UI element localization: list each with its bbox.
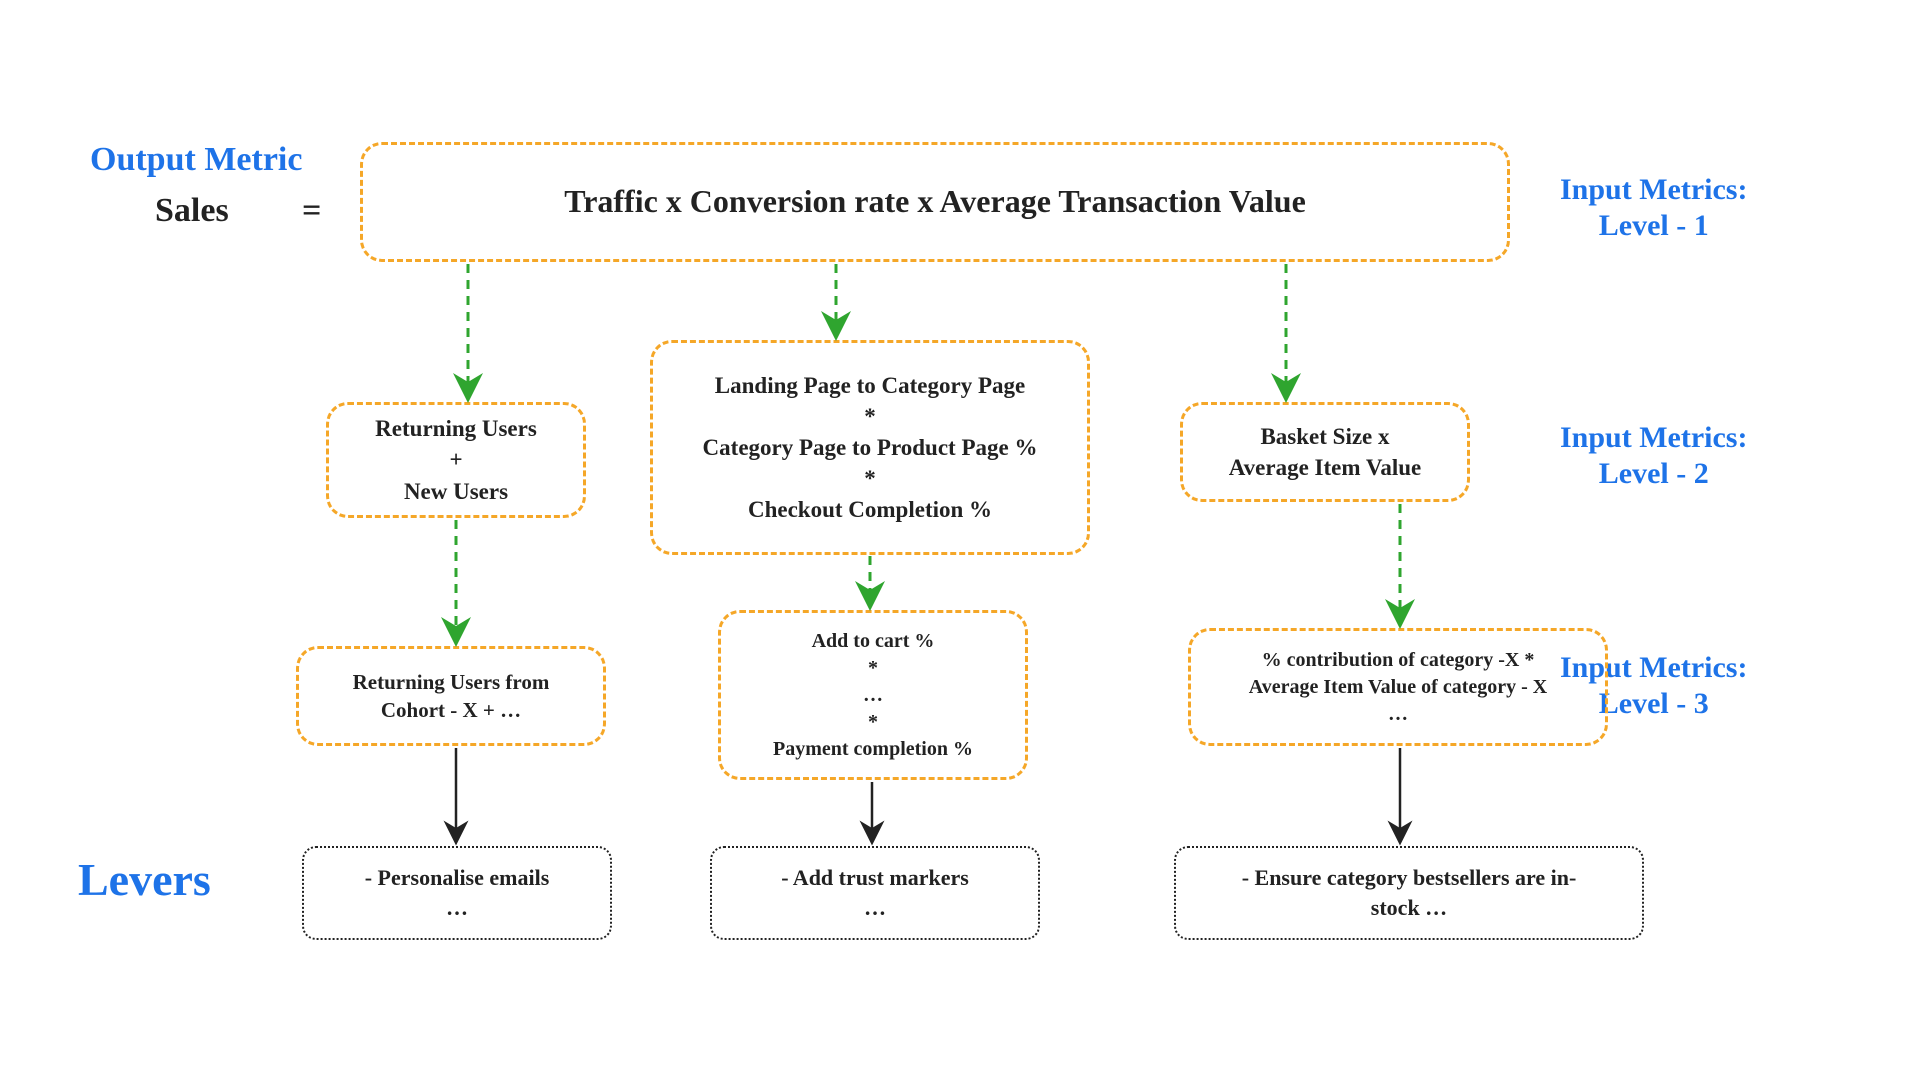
levers-conversion-text: - Add trust markers …: [781, 863, 969, 922]
level2-right-label: Input Metrics: Level - 2: [1560, 420, 1747, 492]
levers-atv-box: - Ensure category bestsellers are in- st…: [1174, 846, 1644, 940]
output-metric-label: Output Metric: [90, 140, 302, 181]
sales-label: Sales: [155, 192, 229, 230]
diagram-canvas: Output Metric Sales = Traffic x Conversi…: [0, 0, 1920, 1080]
level3-conversion-text: Add to cart % * … * Payment completion %: [773, 628, 973, 763]
level3-atv-box: % contribution of category -X * Average …: [1188, 628, 1608, 746]
level3-atv-text: % contribution of category -X * Average …: [1249, 647, 1547, 728]
level3-traffic-text: Returning Users from Cohort - X + …: [353, 668, 550, 725]
level2-conversion-box: Landing Page to Category Page * Category…: [650, 340, 1090, 555]
level3-conversion-box: Add to cart % * … * Payment completion %: [718, 610, 1028, 780]
level3-traffic-box: Returning Users from Cohort - X + …: [296, 646, 606, 746]
level2-traffic-box: Returning Users + New Users: [326, 402, 586, 518]
levers-title: Levers: [78, 852, 211, 907]
level2-conversion-text: Landing Page to Category Page * Category…: [703, 370, 1038, 525]
levers-atv-text: - Ensure category bestsellers are in- st…: [1242, 863, 1577, 922]
level1-right-label: Input Metrics: Level - 1: [1560, 172, 1747, 244]
level2-traffic-text: Returning Users + New Users: [375, 413, 537, 506]
levers-conversion-box: - Add trust markers …: [710, 846, 1040, 940]
level1-formula-text: Traffic x Conversion rate x Average Tran…: [564, 180, 1306, 223]
level2-atv-box: Basket Size x Average Item Value: [1180, 402, 1470, 502]
levers-traffic-box: - Personalise emails …: [302, 846, 612, 940]
equals-sign: =: [302, 192, 321, 230]
levers-traffic-text: - Personalise emails …: [365, 863, 550, 922]
level2-atv-text: Basket Size x Average Item Value: [1229, 421, 1421, 483]
level1-formula-box: Traffic x Conversion rate x Average Tran…: [360, 142, 1510, 262]
